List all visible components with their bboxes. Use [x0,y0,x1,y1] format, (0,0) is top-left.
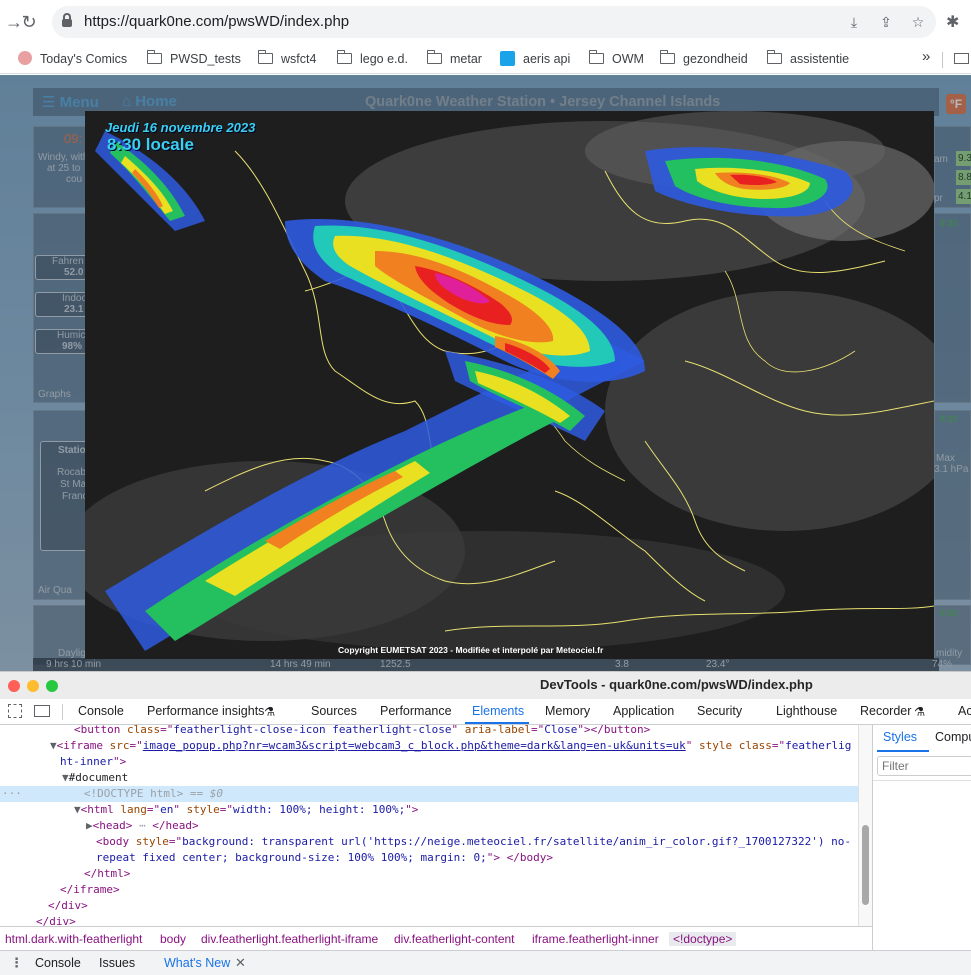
close-window-icon[interactable] [8,680,20,692]
bookmark-item[interactable]: Today's Comics [18,50,127,68]
tab-console[interactable]: Console [78,704,124,718]
active-tab-indicator [877,750,929,752]
devtools-tabbar: Console Performance insights ⚗ Sources P… [0,699,971,725]
bookmark-item[interactable]: metar [426,50,482,68]
comic-icon [18,51,32,65]
tab-security[interactable]: Security [697,704,742,718]
minimize-window-icon[interactable] [27,680,39,692]
folder-icon [659,50,675,64]
code-line[interactable]: ▼#document [0,770,858,786]
bookmark-item[interactable]: lego e.d. [336,50,408,68]
breadcrumb-item[interactable]: html.dark.with-featherlight [5,932,142,946]
folder-icon [588,50,604,64]
elements-breadcrumb: html.dark.with-featherlight body div.fea… [0,926,872,950]
drawer-tab-whats-new[interactable]: What's New [164,956,230,970]
device-toolbar-icon[interactable] [34,705,50,717]
folder-icon[interactable] [954,53,969,64]
tab-elements[interactable]: Elements [472,704,524,718]
folder-icon [146,50,162,64]
tab-sources[interactable]: Sources [311,704,357,718]
tab-performance[interactable]: Performance [380,704,452,718]
maximize-window-icon[interactable] [46,680,58,692]
code-line[interactable]: repeat fixed center; background-size: 10… [0,850,858,866]
code-line[interactable]: ▼<iframe src="image_popup.php?nr=wcam3&s… [0,738,858,754]
pane-divider [873,780,971,781]
address-bar[interactable]: https://quark0ne.com/pwsWD/index.php ⤓ ⇪… [52,6,936,38]
breadcrumb-item[interactable]: div.featherlight.featherlight-iframe [201,932,378,946]
satellite-date: Jeudi 16 novembre 2023 [105,120,256,135]
bookmarks-overflow-button[interactable]: » [922,48,930,65]
folder-icon [766,50,782,64]
browser-toolbar: → ↻ https://quark0ne.com/pwsWD/index.php… [0,0,971,44]
devtools-drawer: ⋮ Console Issues What's New ✕ [0,950,971,975]
install-icon[interactable]: ⤓ [844,12,864,32]
tab-lighthouse[interactable]: Lighthouse [776,704,837,718]
bookmark-item[interactable]: OWM [588,50,644,68]
bookmark-item[interactable]: assistentie [766,50,849,68]
tab-performance-insights[interactable]: Performance insights [147,704,264,718]
url-text[interactable]: https://quark0ne.com/pwsWD/index.php [84,13,349,30]
tab-memory[interactable]: Memory [545,704,590,718]
code-line[interactable]: ▶<head> ⋯ </head> [0,818,858,834]
aeris-icon [500,51,515,66]
drawer-menu-icon[interactable]: ⋮ [10,955,23,971]
code-line[interactable]: </div> [0,914,858,926]
close-icon[interactable]: ✕ [235,955,246,971]
breadcrumb-item[interactable]: div.featherlight-content [394,932,515,946]
elements-tree[interactable]: <button class="featherlight-close-icon f… [0,725,858,926]
bookmark-item[interactable]: PWSD_tests [146,50,241,68]
drawer-tab-console[interactable]: Console [35,956,81,970]
tab-overflow[interactable]: Ac [958,704,971,718]
breadcrumb-item[interactable]: body [160,932,186,946]
code-line[interactable]: ht-inner"> [0,754,858,770]
tab-application[interactable]: Application [613,704,674,718]
styles-pane: Styles Compu [872,725,971,950]
devtools-titlebar: DevTools - quark0ne.com/pwsWD/index.php [0,671,971,699]
breadcrumb-item[interactable]: iframe.featherlight-inner [532,932,659,946]
folder-icon [336,50,352,64]
lock-icon[interactable] [62,13,72,27]
bookmark-item[interactable]: gezondheid [659,50,748,68]
reload-icon[interactable]: ↻ [17,10,41,34]
inspect-element-icon[interactable] [8,704,22,718]
flask-icon: ⚗ [914,705,926,719]
drawer-tab-issues[interactable]: Issues [99,956,135,970]
code-line[interactable]: </iframe> [0,882,858,898]
code-line[interactable]: <body style="background: transparent url… [0,834,858,850]
flask-icon: ⚗ [264,705,276,719]
styles-filter-input[interactable] [877,756,971,776]
share-icon[interactable]: ⇪ [876,12,896,32]
elements-scrollbar[interactable] [858,725,872,926]
tabbar-divider [62,704,63,720]
bookmark-item[interactable]: wsfct4 [257,50,316,68]
bookmarks-divider [942,52,943,68]
code-line[interactable]: <button class="featherlight-close-icon f… [0,725,858,738]
folder-icon [426,50,442,64]
tab-styles[interactable]: Styles [883,730,917,744]
active-tab-indicator [465,722,529,724]
bookmark-item[interactable]: aeris api [500,50,570,68]
satellite-copyright: Copyright EUMETSAT 2023 - Modifiée et in… [338,645,604,655]
satellite-time: 8:30 locale [107,135,194,154]
tab-computed[interactable]: Compu [935,730,971,744]
satellite-map-graphic [85,111,934,659]
code-line[interactable]: ▼<html lang="en" style="width: 100%; hei… [0,802,858,818]
satellite-image: Jeudi 16 novembre 2023 8:30 locale Copyr… [85,111,934,659]
code-line-selected[interactable]: ··· <!DOCTYPE html> == $0 [0,786,858,802]
extensions-icon[interactable]: ✱ [946,12,966,32]
code-line[interactable]: </div> [0,898,858,914]
tab-recorder[interactable]: Recorder [860,704,911,718]
bookmarks-bar: Today's Comics PWSD_tests wsfct4 lego e.… [0,44,971,74]
star-icon[interactable]: ☆ [908,12,928,32]
scrollbar-thumb[interactable] [862,825,869,905]
folder-icon [257,50,273,64]
devtools-window-title: DevTools - quark0ne.com/pwsWD/index.php [540,677,813,692]
code-line[interactable]: </html> [0,866,858,882]
breadcrumb-item-selected[interactable]: <!doctype> [669,932,737,946]
